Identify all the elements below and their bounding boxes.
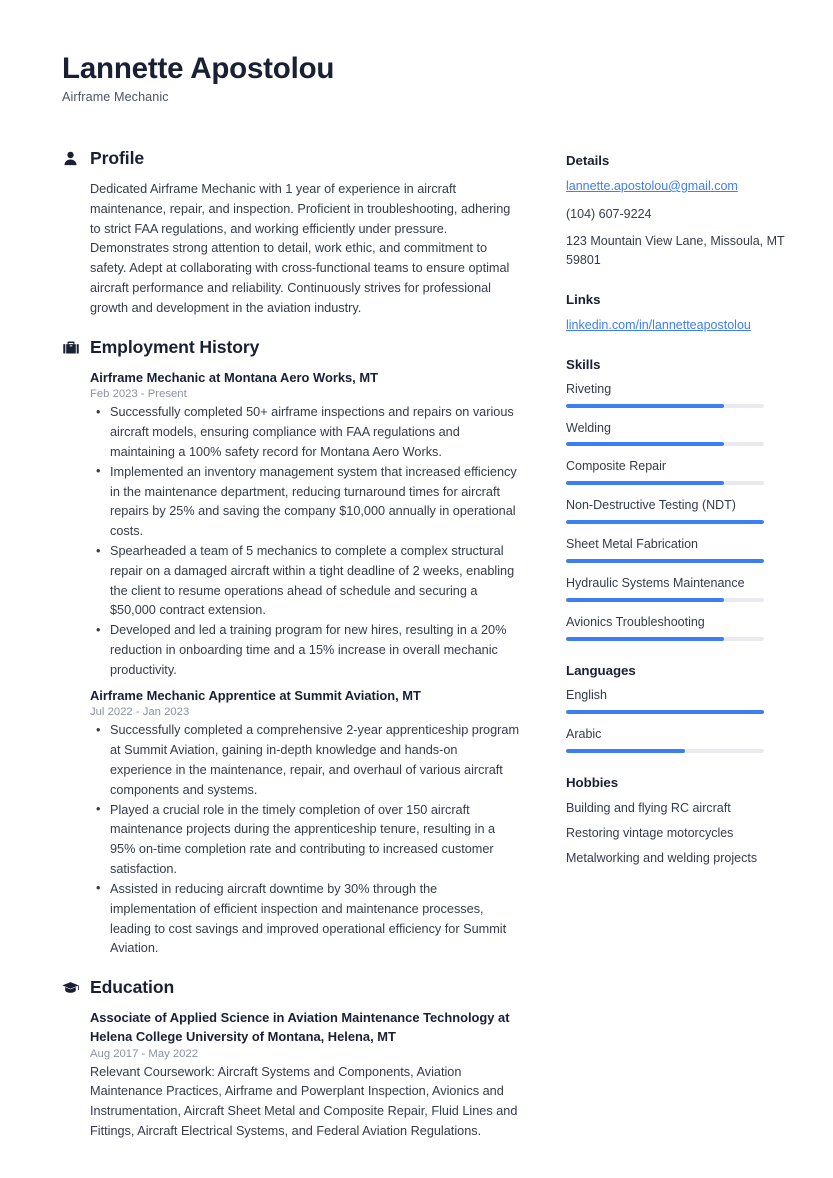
skill-label: Welding bbox=[566, 420, 611, 435]
skill-rating-track bbox=[566, 442, 764, 447]
hobby-item: Building and flying RC aircraft bbox=[566, 800, 731, 815]
sidebar-block-skills: Skills Riveting Welding Composite Repair bbox=[566, 357, 788, 641]
briefcase-icon bbox=[62, 339, 79, 356]
language-label: Arabic bbox=[566, 726, 602, 741]
hobby-item: Restoring vintage motorcycles bbox=[566, 825, 734, 840]
skill-rating-fill bbox=[566, 403, 725, 408]
sidebar-title-languages: Languages bbox=[566, 662, 636, 678]
sidebar-title-details: Details bbox=[566, 152, 610, 168]
education-entry-title: Associate of Applied Science in Aviation… bbox=[90, 1010, 510, 1044]
skill-item: Hydraulic Systems Maintenance bbox=[566, 575, 788, 602]
sidebar-title-hobbies: Hobbies bbox=[566, 774, 619, 790]
candidate-job-title: Airframe Mechanic bbox=[62, 89, 169, 104]
bullet-item: Assisted in reducing aircraft downtime b… bbox=[90, 879, 522, 959]
section-header-profile: Profile bbox=[62, 148, 522, 169]
section-employment-history: Employment History Airframe Mechanic at … bbox=[62, 337, 522, 960]
employment-entry-bullets: Successfully completed a comprehensive 2… bbox=[90, 721, 522, 959]
resume-body: Profile Dedicated Airframe Mechanic with… bbox=[62, 148, 784, 1160]
bullet-item: Spearheaded a team of 5 mechanics to com… bbox=[90, 541, 522, 621]
hobby-item: Metalworking and welding projects bbox=[566, 851, 758, 866]
main-column: Profile Dedicated Airframe Mechanic with… bbox=[62, 148, 522, 1160]
sidebar-block-details: Details lannette.apostolou@gmail.com (10… bbox=[566, 153, 788, 270]
skill-label: Composite Repair bbox=[566, 459, 667, 474]
bullet-item: Played a crucial role in the timely comp… bbox=[90, 800, 522, 880]
skill-item: Non-Destructive Testing (NDT) bbox=[566, 497, 788, 525]
skill-item: Riveting bbox=[566, 381, 788, 408]
language-rating-track bbox=[566, 709, 764, 714]
skill-label: Hydraulic Systems Maintenance bbox=[566, 576, 745, 591]
section-education: Education Associate of Applied Science i… bbox=[62, 977, 522, 1142]
skill-rating-track bbox=[566, 520, 764, 525]
sidebar-block-languages: Languages English Arabic bbox=[566, 663, 788, 753]
employment-entry-date: Jul 2022 - Jan 2023 bbox=[90, 706, 190, 719]
skill-rating-fill bbox=[566, 520, 764, 525]
language-rating-fill bbox=[566, 748, 685, 753]
skill-rating-fill bbox=[566, 597, 725, 602]
bullet-item: Successfully completed 50+ airframe insp… bbox=[90, 403, 522, 462]
bullet-item: Successfully completed a comprehensive 2… bbox=[90, 721, 522, 800]
skill-label: Avionics Troubleshooting bbox=[566, 614, 705, 629]
linkedin-link[interactable]: linkedin.com/in/lannetteapostolou bbox=[566, 316, 788, 335]
education-entry: Associate of Applied Science in Aviation… bbox=[90, 1009, 522, 1142]
section-profile: Profile Dedicated Airframe Mechanic with… bbox=[62, 148, 522, 319]
language-rating-fill bbox=[566, 709, 764, 714]
candidate-name: Lannette Apostolou bbox=[62, 52, 335, 85]
employment-entry-title: Airframe Mechanic Apprentice at Summit A… bbox=[90, 687, 421, 703]
skill-rating-fill bbox=[566, 481, 725, 486]
employment-entry: Airframe Mechanic at Montana Aero Works,… bbox=[90, 369, 522, 681]
section-title-profile: Profile bbox=[90, 147, 145, 168]
employment-entry-bullets: Successfully completed 50+ airframe insp… bbox=[90, 403, 522, 680]
skill-rating-fill bbox=[566, 636, 725, 641]
skill-label: Non-Destructive Testing (NDT) bbox=[566, 498, 736, 513]
sidebar-title-links: Links bbox=[566, 291, 601, 307]
education-entry-date: Aug 2017 - May 2022 bbox=[90, 1047, 199, 1060]
section-title-education: Education bbox=[90, 977, 175, 998]
skill-item: Avionics Troubleshooting bbox=[566, 614, 788, 641]
language-label: English bbox=[566, 687, 607, 702]
skill-item: Composite Repair bbox=[566, 458, 788, 486]
graduation-cap-icon bbox=[62, 979, 79, 996]
section-body-employment: Airframe Mechanic at Montana Aero Works,… bbox=[62, 369, 522, 960]
email-link[interactable]: lannette.apostolou@gmail.com bbox=[566, 177, 788, 196]
education-entry-description: Relevant Coursework: Aircraft Systems an… bbox=[90, 1064, 518, 1138]
skill-label: Riveting bbox=[566, 381, 612, 396]
section-body-profile: Dedicated Airframe Mechanic with 1 year … bbox=[62, 180, 522, 319]
skill-rating-fill bbox=[566, 442, 725, 447]
section-body-education: Associate of Applied Science in Aviation… bbox=[62, 1009, 522, 1142]
skill-rating-track bbox=[566, 636, 764, 641]
section-header-education: Education bbox=[62, 977, 522, 998]
skill-item: Sheet Metal Fabrication bbox=[566, 536, 788, 564]
section-header-employment: Employment History bbox=[62, 337, 522, 358]
employment-entry-date: Feb 2023 - Present bbox=[90, 388, 187, 401]
profile-text: Dedicated Airframe Mechanic with 1 year … bbox=[90, 181, 511, 315]
skill-item: Welding bbox=[566, 420, 788, 447]
resume-header: Lannette Apostolou Airframe Mechanic bbox=[62, 52, 783, 104]
employment-entry: Airframe Mechanic Apprentice at Summit A… bbox=[90, 687, 522, 959]
skill-rating-track bbox=[566, 597, 764, 602]
phone-text: (104) 607-9224 bbox=[566, 206, 652, 221]
address-text: 123 Mountain View Lane, Missoula, MT 598… bbox=[566, 234, 785, 268]
sidebar-block-hobbies: Hobbies Building and flying RC aircraft … bbox=[566, 775, 788, 869]
sidebar-block-links: Links linkedin.com/in/lannetteapostolou bbox=[566, 292, 788, 335]
section-title-employment: Employment History bbox=[90, 336, 260, 357]
skill-rating-track bbox=[566, 559, 764, 564]
bullet-item: Developed and led a training program for… bbox=[90, 621, 522, 680]
skill-rating-track bbox=[566, 481, 764, 486]
skill-rating-track bbox=[566, 403, 764, 408]
sidebar-title-skills: Skills bbox=[566, 356, 601, 372]
sidebar-column: Details lannette.apostolou@gmail.com (10… bbox=[566, 148, 788, 891]
language-item: English bbox=[566, 687, 788, 714]
employment-entry-title: Airframe Mechanic at Montana Aero Works,… bbox=[90, 369, 378, 385]
skill-rating-fill bbox=[566, 559, 764, 564]
skill-label: Sheet Metal Fabrication bbox=[566, 537, 699, 552]
person-icon bbox=[62, 150, 79, 167]
language-rating-track bbox=[566, 748, 764, 753]
language-item: Arabic bbox=[566, 726, 788, 753]
bullet-item: Implemented an inventory management syst… bbox=[90, 462, 522, 542]
resume-page: Lannette Apostolou Airframe Mechanic Pro… bbox=[0, 0, 833, 1178]
